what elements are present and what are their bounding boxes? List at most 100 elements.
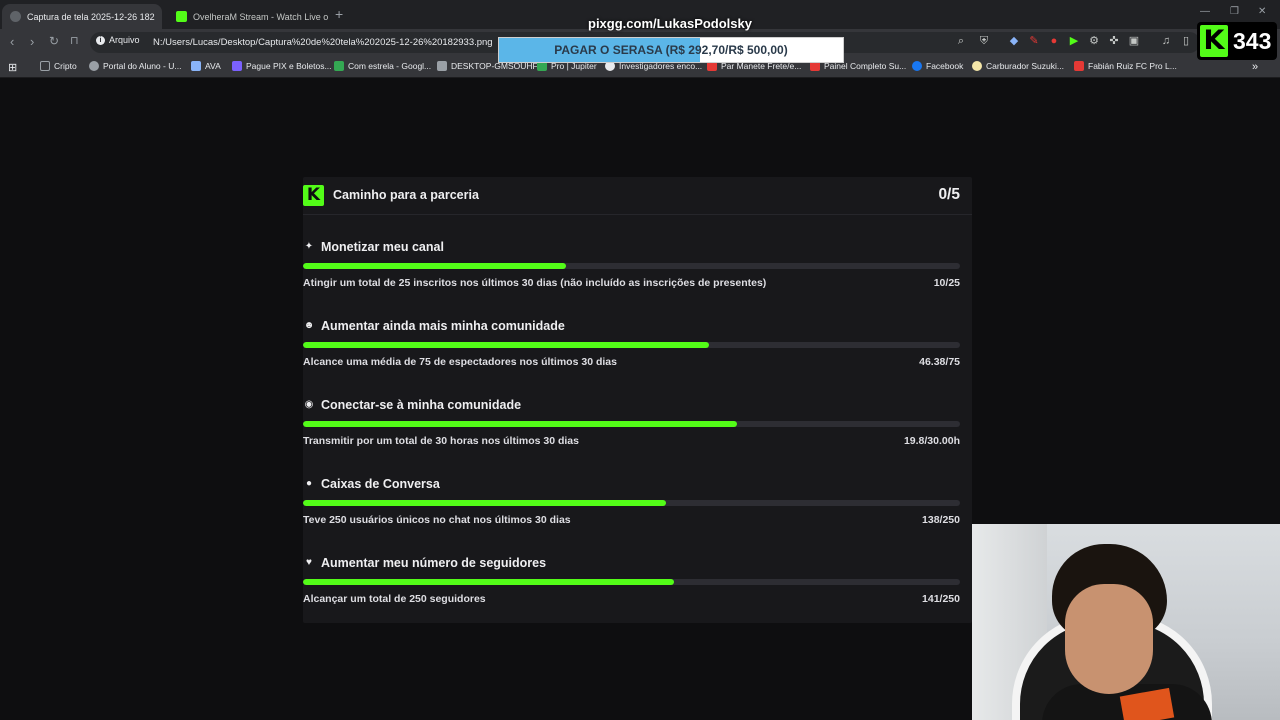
zoom-icon[interactable]: ⌕ bbox=[955, 35, 967, 47]
bookmark-label: Fabián Ruiz FC Pro L... bbox=[1088, 61, 1177, 71]
security-label: Arquivo bbox=[109, 35, 140, 45]
bookmark-label: AVA bbox=[205, 61, 221, 71]
tab-title: Captura de tela 2025-12-26 182 bbox=[27, 11, 155, 22]
webcam-feed bbox=[972, 524, 1280, 720]
forward-icon[interactable]: › bbox=[30, 34, 34, 49]
goal-description: Transmitir por um total de 30 horas nos … bbox=[303, 435, 579, 447]
globe-icon bbox=[89, 61, 99, 71]
bookmark-item[interactable]: Cripto bbox=[40, 61, 77, 71]
partnership-header: K Caminho para a parceria 0/5 bbox=[303, 177, 972, 215]
goal-progress-bar bbox=[303, 421, 960, 427]
drive-icon bbox=[334, 61, 344, 71]
goal-title: Aumentar ainda mais minha comunidade bbox=[321, 319, 565, 333]
tab-title: OvelheraM Stream - Watch Live on K bbox=[193, 11, 328, 22]
extension-icon[interactable]: ◆ bbox=[1008, 35, 1020, 47]
back-icon[interactable]: ‹ bbox=[10, 34, 14, 49]
bookmark-label: Portal do Aluno - U... bbox=[103, 61, 182, 71]
sidebar-icon[interactable]: ▯ bbox=[1180, 35, 1192, 47]
goal-community: ☻ Aumentar ainda mais minha comunidade A… bbox=[303, 319, 960, 389]
site-info[interactable]: i Arquivo bbox=[96, 35, 140, 45]
maximize-icon[interactable]: ❐ bbox=[1230, 6, 1239, 17]
extension-icon[interactable]: ▶ bbox=[1068, 35, 1080, 47]
bookmark-item[interactable]: Fabián Ruiz FC Pro L... bbox=[1074, 61, 1177, 71]
viewer-count: 343 bbox=[1233, 27, 1272, 54]
kick-icon bbox=[176, 11, 187, 22]
bookmark-item[interactable]: Facebook bbox=[912, 61, 963, 71]
folder-icon bbox=[40, 61, 50, 71]
goal-value: 46.38/75 bbox=[919, 356, 960, 368]
more-bookmarks-icon[interactable]: » bbox=[1252, 61, 1258, 73]
donation-goal-text: PAGAR O SERASA (R$ 292,70/R$ 500,00) bbox=[554, 43, 788, 57]
goal-value: 19.8/30.00h bbox=[903, 435, 960, 447]
facebook-icon bbox=[912, 61, 922, 71]
goal-progress-bar bbox=[303, 579, 960, 585]
pix-donation-url: pixgg.com/LukasPodolsky bbox=[588, 16, 752, 31]
goal-description: Atingir um total de 25 inscritos nos últ… bbox=[303, 277, 767, 289]
bookmark-icon[interactable]: ⊓ bbox=[70, 34, 79, 47]
extension-icon[interactable]: ● bbox=[1048, 35, 1060, 47]
bookmark-item[interactable]: Portal do Aluno - U... bbox=[89, 61, 181, 71]
goal-value: 141/250 bbox=[922, 593, 960, 605]
goal-value: 138/250 bbox=[922, 514, 960, 526]
bookmark-label: Com estrela - Googl... bbox=[348, 61, 432, 71]
goal-title: Caixas de Conversa bbox=[321, 477, 440, 491]
bookmark-item[interactable]: AVA bbox=[191, 61, 221, 71]
bookmark-label: Carburador Suzuki... bbox=[986, 61, 1064, 71]
bookmark-label: Facebook bbox=[926, 61, 964, 71]
goal-description: Alcançar um total de 250 seguidores bbox=[303, 593, 486, 605]
apps-icon[interactable]: ⊞ bbox=[8, 61, 17, 74]
image-file-icon bbox=[10, 11, 21, 22]
extension-icon[interactable]: ⚙ bbox=[1088, 35, 1100, 47]
reload-icon[interactable]: ↻ bbox=[49, 34, 59, 48]
goal-connect: ◉ Conectar-se à minha comunidade Transmi… bbox=[303, 398, 960, 468]
goal-progress-bar bbox=[303, 500, 960, 506]
desktop-icon bbox=[437, 61, 447, 71]
goal-progress-fill bbox=[303, 579, 674, 585]
goal-progress-fill bbox=[303, 342, 710, 348]
pay-icon bbox=[232, 61, 242, 71]
chat-icon: ● bbox=[305, 478, 313, 489]
extension-icon[interactable]: ✎ bbox=[1028, 35, 1040, 47]
new-tab-button[interactable]: + bbox=[335, 6, 343, 22]
goal-progress-bar bbox=[303, 263, 960, 269]
goal-value: 10/25 bbox=[933, 277, 960, 289]
shield-icon[interactable]: ⛨ bbox=[978, 35, 990, 47]
partnership-card: K Caminho para a parceria 0/5 ✦ Monetiza… bbox=[303, 177, 972, 623]
goal-chat: ● Caixas de Conversa Teve 250 usuários ú… bbox=[303, 477, 960, 547]
screenshot-icon[interactable]: ▣ bbox=[1128, 35, 1140, 47]
goal-progress-fill bbox=[303, 500, 666, 506]
bookmark-item[interactable]: Carburador Suzuki... bbox=[972, 61, 1064, 71]
goal-description: Teve 250 usuários únicos no chat nos últ… bbox=[303, 514, 571, 526]
goal-title: Monetizar meu canal bbox=[321, 240, 444, 254]
goal-title: Aumentar meu número de seguidores bbox=[321, 556, 547, 570]
sparkle-icon: ✦ bbox=[304, 241, 314, 252]
puzzle-icon[interactable]: ✜ bbox=[1108, 35, 1120, 47]
community-icon: ☻ bbox=[303, 320, 315, 331]
goal-progress-fill bbox=[303, 263, 566, 269]
webcam-face bbox=[1065, 584, 1153, 694]
bookmark-item[interactable]: Pague PIX e Boletos... bbox=[232, 61, 332, 71]
info-icon: i bbox=[96, 35, 105, 45]
close-window-icon[interactable]: ✕ bbox=[1258, 6, 1266, 17]
fifa-icon bbox=[1074, 61, 1084, 71]
goal-progress-bar bbox=[303, 342, 960, 348]
goal-monetize: ✦ Monetizar meu canal Atingir um total d… bbox=[303, 240, 960, 310]
heart-icon: ♥ bbox=[306, 557, 312, 568]
broadcast-icon: ◉ bbox=[304, 399, 314, 410]
bookmark-item[interactable]: Com estrela - Googl... bbox=[334, 61, 431, 71]
browser-tab-kick[interactable]: OvelheraM Stream - Watch Live on K bbox=[168, 4, 328, 29]
partnership-count: 0/5 bbox=[938, 186, 960, 203]
ava-icon bbox=[191, 61, 201, 71]
minimize-icon[interactable]: — bbox=[1200, 6, 1210, 17]
media-icon[interactable]: ♫ bbox=[1160, 35, 1172, 47]
partnership-title: Caminho para a parceria bbox=[333, 188, 479, 202]
donation-goal-bar: PAGAR O SERASA (R$ 292,70/R$ 500,00) bbox=[498, 37, 844, 63]
bookmark-label: Cripto bbox=[54, 61, 77, 71]
browser-tab-screenshot[interactable]: Captura de tela 2025-12-26 182 ✕ bbox=[2, 4, 162, 29]
goal-progress-fill bbox=[303, 421, 737, 427]
kick-logo-icon: K bbox=[1200, 25, 1228, 57]
viewer-count-badge: K 343 bbox=[1197, 22, 1277, 60]
goal-title: Conectar-se à minha comunidade bbox=[321, 398, 522, 412]
store-icon bbox=[972, 61, 982, 71]
bookmark-label: Pague PIX e Boletos... bbox=[246, 61, 332, 71]
